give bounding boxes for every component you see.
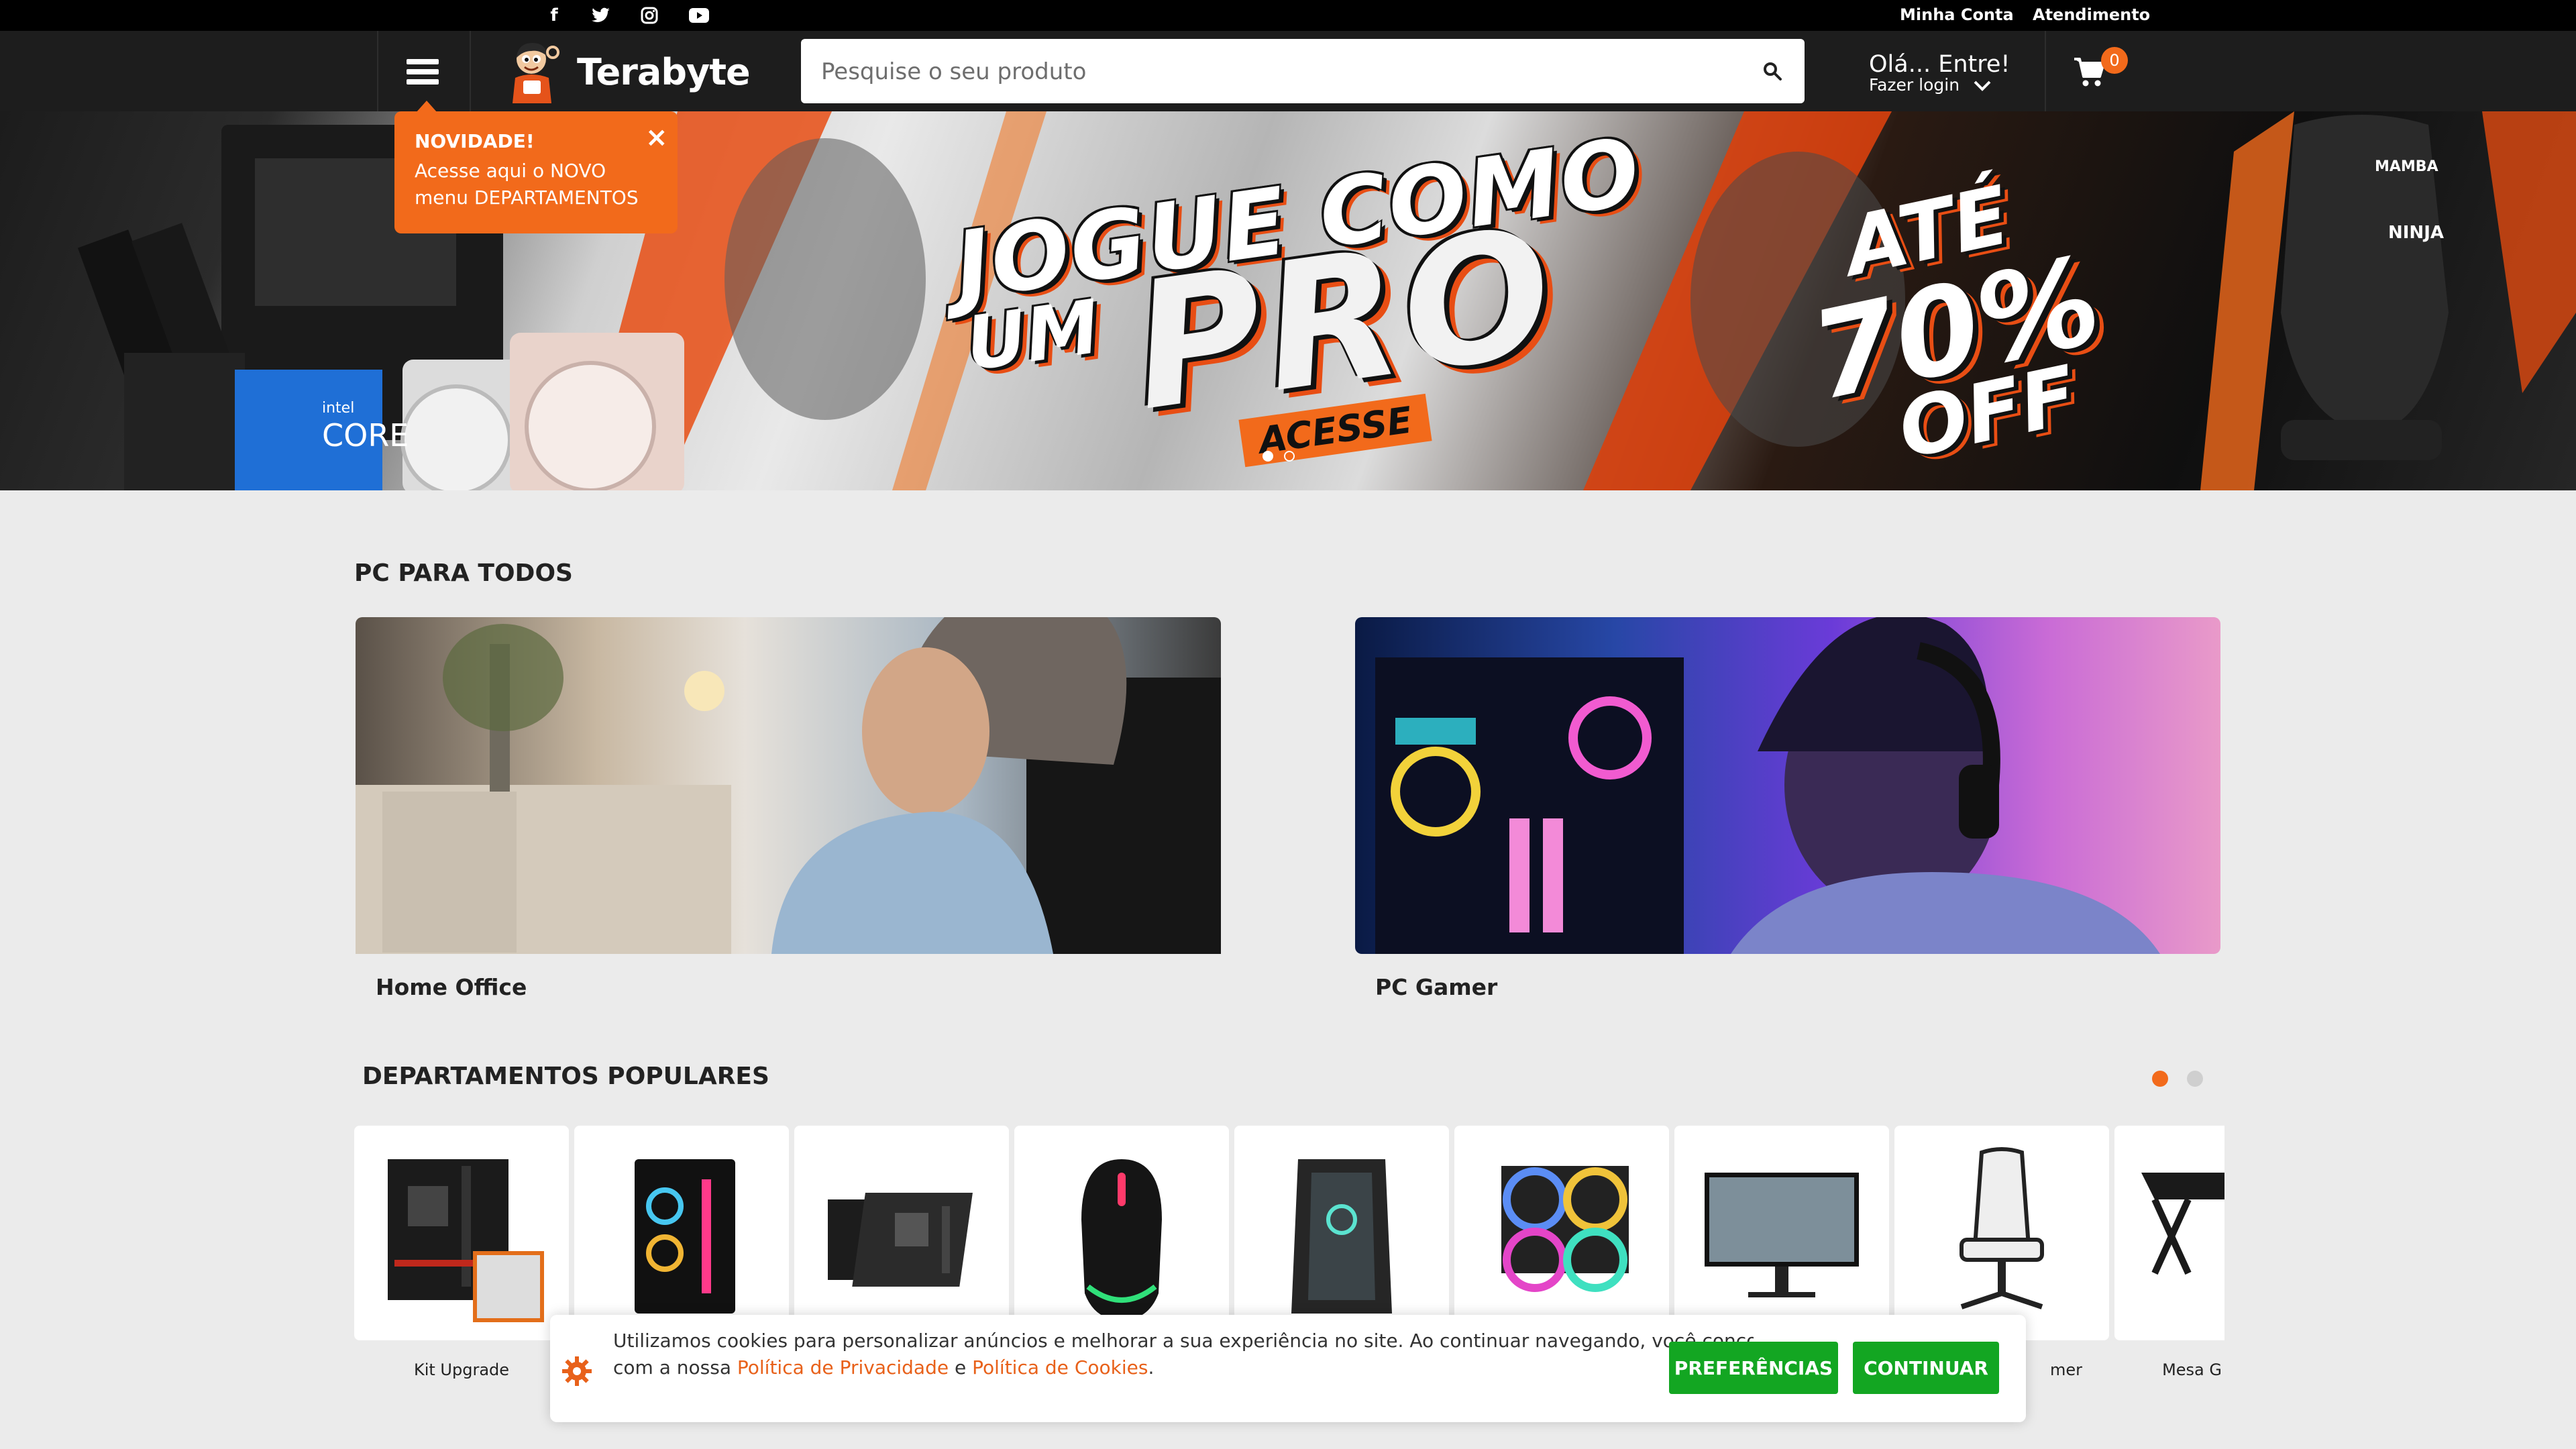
tooltip-line2: menu DEPARTAMENTOS <box>415 186 639 209</box>
mouse-icon <box>1081 1159 1162 1320</box>
department-label[interactable]: Kit Upgrade <box>354 1360 569 1379</box>
department-water-cooler[interactable] <box>1454 1126 1669 1340</box>
terabyte-logo-text[interactable]: Terabyte <box>577 51 751 93</box>
close-icon[interactable]: × <box>645 122 668 153</box>
facebook-icon[interactable]: f <box>541 3 568 28</box>
gamer-chair-icon <box>1960 1147 2044 1309</box>
chevron-down-icon <box>1974 80 1991 91</box>
continue-button[interactable]: CONTINUAR <box>1853 1342 1999 1394</box>
department-motherboard[interactable] <box>794 1126 1009 1340</box>
cookie-banner: Utilizamos cookies para personalizar anú… <box>550 1315 2026 1422</box>
monitor-icon <box>1705 1173 1859 1297</box>
twitter-icon[interactable] <box>588 3 614 28</box>
pc-case-icon <box>635 1159 735 1313</box>
cookie-text-suffix: . <box>1148 1356 1155 1379</box>
departments-title: DEPARTAMENTOS POPULARES <box>362 1063 769 1090</box>
terabyte-mascot-logo[interactable] <box>504 38 573 105</box>
login-link[interactable]: Fazer login <box>1869 75 1992 95</box>
pc-gamer-label[interactable]: PC Gamer <box>1375 974 1497 1000</box>
header-divider <box>470 31 471 111</box>
gear-icon <box>562 1356 592 1386</box>
tooltip-line1: Acesse aqui o NOVO <box>415 160 606 182</box>
search-icon[interactable] <box>1754 52 1791 90</box>
desk-icon <box>2141 1173 2224 1275</box>
top-bar <box>0 0 2576 31</box>
department-gamer-chair[interactable] <box>1894 1126 2109 1340</box>
cart-count-badge: 0 <box>2101 47 2128 74</box>
support-link[interactable]: Atendimento <box>2033 5 2150 24</box>
gabinete-icon <box>1291 1159 1392 1313</box>
chair-brand-mamba: MAMBA <box>2375 158 2438 175</box>
water-cooler-icon <box>1501 1166 1629 1292</box>
my-account-link[interactable]: Minha Conta <box>1900 5 2014 24</box>
department-label[interactable]: Mesa G <box>2114 1360 2222 1379</box>
novidade-tooltip: NOVIDADE! Acesse aqui o NOVO menu DEPART… <box>394 111 678 233</box>
home-office-label[interactable]: Home Office <box>376 974 527 1000</box>
chair-brand-ninja: NINJA <box>2388 223 2444 243</box>
departments-carousel-dot[interactable] <box>2187 1071 2203 1087</box>
department-monitor[interactable] <box>1674 1126 1889 1340</box>
header-divider <box>2045 31 2046 111</box>
preferences-button[interactable]: PREFERÊNCIAS <box>1669 1342 1838 1394</box>
pc-section-title: PC PARA TODOS <box>354 559 573 587</box>
search-input[interactable] <box>820 39 1695 105</box>
cookie-text-line1: Utilizamos cookies para personalizar anú… <box>613 1330 1754 1352</box>
hero-headline-um: UM <box>961 283 1105 388</box>
department-kit-upgrade[interactable] <box>354 1126 569 1340</box>
cookie-text-prefix: com a nossa <box>613 1356 737 1379</box>
cookie-text-line2: com a nossa Política de Privacidade e Po… <box>613 1356 1154 1379</box>
pc-gamer-card[interactable] <box>1355 617 2220 954</box>
menu-hamburger-icon[interactable] <box>407 59 439 85</box>
greeting-text[interactable]: Olá... Entre! <box>1869 51 2010 78</box>
kit-upgrade-icon <box>388 1159 544 1322</box>
login-label: Fazer login <box>1869 75 1960 95</box>
hero-carousel-dot[interactable] <box>1284 451 1295 462</box>
department-pc[interactable] <box>574 1126 789 1340</box>
search-bar <box>801 39 1805 105</box>
cookie-text-and: e <box>949 1356 973 1379</box>
department-mouse[interactable] <box>1014 1126 1229 1340</box>
department-gabinete[interactable] <box>1234 1126 1449 1340</box>
instagram-icon[interactable] <box>636 3 663 28</box>
home-office-card[interactable] <box>356 617 1221 954</box>
departments-carousel-dot-active[interactable] <box>2152 1071 2168 1087</box>
department-gamer-desk[interactable] <box>2114 1126 2224 1340</box>
hero-carousel-dot-active[interactable] <box>1263 451 1273 462</box>
tooltip-title: NOVIDADE! <box>415 130 535 152</box>
hero-banner[interactable]: JOGUE COMO UM PRO ACESSE ATÉ 70% OFF int… <box>0 111 2576 490</box>
cookie-policy-link[interactable]: Política de Cookies <box>972 1356 1148 1379</box>
intel-brand-text: intel <box>322 400 355 417</box>
privacy-policy-link[interactable]: Política de Privacidade <box>737 1356 949 1379</box>
motherboard-icon <box>828 1193 973 1287</box>
header-divider <box>377 31 378 111</box>
intel-core-text: CORE <box>322 417 409 453</box>
youtube-icon[interactable] <box>686 3 712 28</box>
